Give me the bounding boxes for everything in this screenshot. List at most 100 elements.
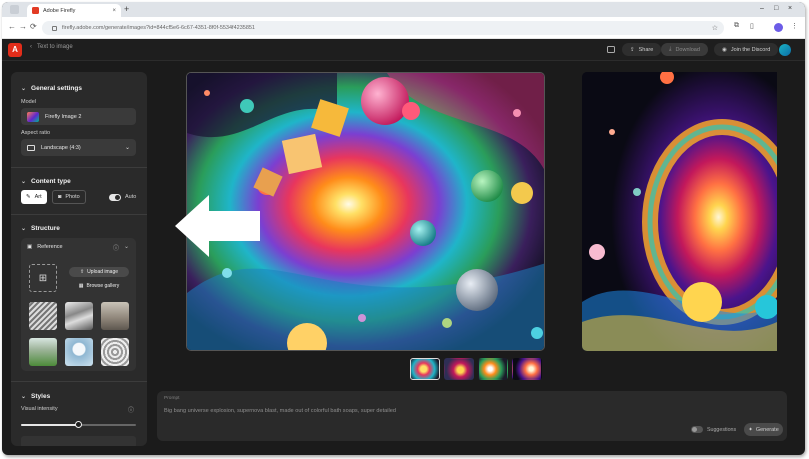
art-label: Art	[34, 194, 42, 200]
divider	[11, 214, 147, 215]
thumbnail-2[interactable]	[444, 358, 474, 380]
app-header: A ‹ Text to image ⇪ Share ⤓ Download ◉ J…	[2, 39, 805, 61]
reference-header[interactable]: ▣ Reference	[27, 244, 63, 250]
back-to-text-to-image[interactable]: ‹ Text to image	[30, 44, 73, 50]
generate-button[interactable]: ✦ Generate	[744, 423, 783, 436]
chevron-down-icon: ⌄	[21, 86, 27, 92]
browser-menu-icon[interactable]: ⋮	[791, 22, 798, 30]
gallery-thumb-interior[interactable]	[101, 302, 129, 330]
divider	[11, 381, 147, 382]
maximize-button[interactable]: □	[774, 5, 778, 12]
content-type-title: Content type	[31, 178, 71, 185]
structure-title: Structure	[31, 225, 60, 232]
aspect-ratio-value: Landscape (4:3)	[41, 144, 81, 151]
auto-toggle[interactable]	[109, 194, 121, 201]
art-brush-icon: ✎	[26, 194, 31, 200]
general-settings-header[interactable]: ⌄ General settings	[21, 85, 82, 92]
aspect-ratio-dropdown[interactable]: Landscape (4:3) ⌄	[21, 139, 136, 156]
thumbnail-3[interactable]	[478, 358, 508, 380]
extensions-icon[interactable]: ⧉	[734, 22, 739, 30]
chevron-down-icon[interactable]: ⌄	[124, 243, 129, 250]
share-icon: ⇪	[630, 46, 635, 53]
prompt-input[interactable]: Big bang universe explosion, supernova b…	[164, 408, 396, 414]
auto-label: Auto	[125, 194, 137, 200]
back-nav-button[interactable]: ←	[8, 22, 16, 31]
model-value: Firefly Image 2	[45, 113, 82, 120]
generated-image-secondary[interactable]	[582, 72, 777, 351]
prompt-tag: Prompt	[164, 396, 180, 401]
sidepanel-icon[interactable]: ▯	[750, 22, 754, 30]
suggestions-toggle[interactable]: Suggestions	[691, 426, 736, 433]
chevron-down-icon: ⌄	[21, 179, 27, 185]
styles-header[interactable]: ⌄ Styles	[21, 393, 50, 400]
gallery-thumb-waves[interactable]	[65, 302, 93, 330]
browse-gallery-label: Browse gallery	[86, 283, 120, 289]
content-type-header[interactable]: ⌄ Content type	[21, 178, 71, 185]
reload-button[interactable]: ⟳	[30, 22, 37, 31]
tab-close-icon[interactable]: ×	[112, 8, 116, 14]
slider-handle[interactable]	[74, 421, 82, 428]
download-button[interactable]: ⤓ Download	[661, 43, 708, 56]
chevron-down-icon: ⌄	[124, 145, 130, 151]
gallery-icon: ▦	[78, 283, 84, 289]
aspect-ratio-label: Aspect ratio	[21, 130, 51, 136]
photo-label: Photo	[65, 194, 80, 200]
aspect-ratio-icon	[27, 144, 35, 151]
suggestions-switch[interactable]	[691, 426, 703, 433]
chevron-down-icon: ⌄	[21, 226, 27, 232]
visual-intensity-label: Visual intensity	[21, 406, 58, 412]
bookmark-star-icon[interactable]: ☆	[712, 24, 718, 32]
url-field[interactable]: firefly.adobe.com/generate/images?id=844…	[42, 21, 724, 35]
reference-icon: ▣	[27, 244, 33, 250]
camera-icon: ◙	[58, 194, 62, 200]
discord-button[interactable]: ◉ Join the Discord	[714, 43, 779, 56]
browse-gallery-button[interactable]: ▦ Browse gallery	[69, 281, 129, 291]
settings-sidebar: ⌄ General settings Model Firefly Image 2…	[11, 72, 147, 446]
upload-image-button[interactable]: ⇧ Upload image	[69, 267, 129, 277]
upload-icon: ⇧	[79, 269, 85, 275]
user-avatar[interactable]	[779, 44, 791, 56]
tab-search-icon[interactable]	[10, 5, 19, 14]
divider	[11, 167, 147, 168]
structure-header[interactable]: ⌄ Structure	[21, 225, 60, 232]
info-icon[interactable]: ⓘ	[128, 405, 134, 414]
model-label: Model	[21, 99, 36, 105]
gallery-thumb-sketch[interactable]	[29, 302, 57, 330]
sparkle-icon: ✦	[748, 426, 753, 433]
adobe-logo-icon[interactable]: A	[8, 43, 22, 57]
tab-strip: Adobe Firefly × + – □ ×	[2, 2, 805, 17]
site-info-icon[interactable]	[52, 25, 57, 31]
suggestions-label: Suggestions	[707, 426, 737, 433]
general-settings-title: General settings	[31, 85, 82, 92]
thumbnail-4[interactable]	[512, 358, 542, 380]
info-icon[interactable]: ⓘ	[113, 243, 119, 252]
model-selector[interactable]: Firefly Image 2	[21, 108, 136, 125]
share-button[interactable]: ⇪ Share	[622, 43, 662, 56]
tab-title: Adobe Firefly	[43, 7, 76, 14]
feedback-icon[interactable]	[607, 46, 615, 53]
gallery-thumb-field[interactable]	[29, 338, 57, 366]
new-tab-button[interactable]: +	[124, 4, 129, 15]
visual-intensity-slider[interactable]	[21, 421, 136, 428]
gallery-thumb-pattern[interactable]	[101, 338, 129, 366]
upload-image-label: Upload image	[87, 269, 119, 275]
gallery-thumb-sphere[interactable]	[65, 338, 93, 366]
image-upload-dropzone[interactable]: ⊞	[29, 264, 57, 292]
minimize-button[interactable]: –	[760, 5, 764, 12]
profile-avatar[interactable]	[774, 23, 783, 32]
back-label: Text to image	[37, 44, 73, 50]
url-text: firefly.adobe.com/generate/images?id=844…	[62, 25, 255, 31]
generate-label: Generate	[755, 426, 779, 433]
art-button[interactable]: ✎ Art	[21, 190, 47, 204]
browser-tab[interactable]: Adobe Firefly ×	[27, 4, 121, 17]
forward-nav-button[interactable]: →	[19, 22, 27, 31]
photo-button[interactable]: ◙ Photo	[52, 190, 86, 204]
download-label: Download	[675, 46, 700, 53]
thumbnail-strip	[410, 358, 542, 380]
thumbnail-1[interactable]	[410, 358, 440, 380]
discord-label: Join the Discord	[730, 46, 771, 53]
close-window-button[interactable]: ×	[788, 5, 792, 12]
browser-window: Adobe Firefly × + – □ × ← → ⟳ firefly.ad…	[2, 2, 805, 455]
address-bar-row: ← → ⟳ firefly.adobe.com/generate/images?…	[2, 17, 805, 39]
download-icon: ⤓	[669, 46, 672, 52]
